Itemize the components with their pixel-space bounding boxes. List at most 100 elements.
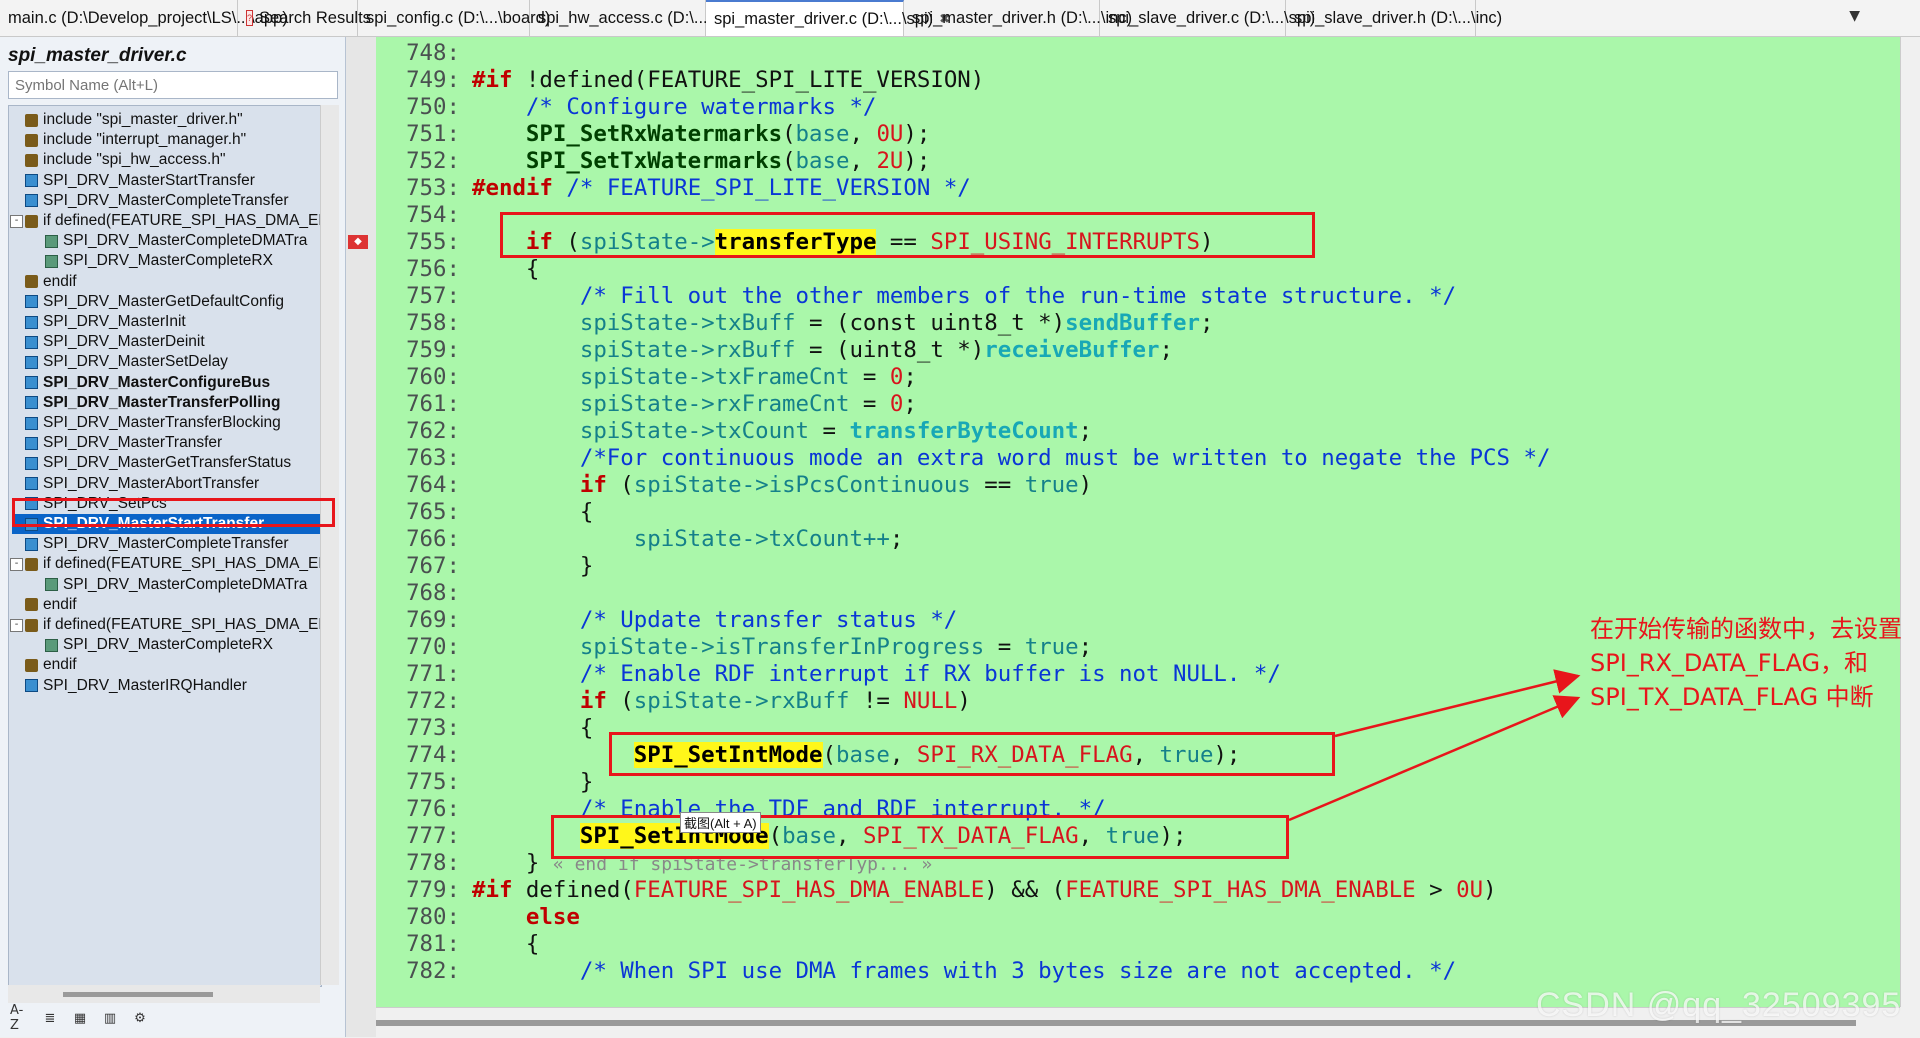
tree-item-label: SPI_DRV_MasterDeinit bbox=[43, 333, 205, 351]
code-token: FEATURE_SPI_HAS_DMA_ENABLE bbox=[1065, 877, 1416, 903]
tab-label: spi_slave_driver.h (D:\...\inc) bbox=[1294, 8, 1503, 27]
tree-item[interactable]: SPI_DRV_MasterCompleteRX bbox=[45, 635, 273, 655]
code-text: SPI_SetRxWatermarks(base, 0U); bbox=[472, 121, 930, 148]
tree-item[interactable]: SPI_DRV_MasterCompleteTransfer bbox=[25, 191, 289, 211]
line-number: 749: bbox=[406, 67, 460, 93]
function-icon bbox=[25, 335, 38, 349]
tree-item[interactable]: SPI_DRV_MasterAbortTransfer bbox=[25, 474, 259, 494]
line-number: 761: bbox=[406, 391, 460, 417]
tree-item[interactable]: SPI_DRV_MasterStartTransfer bbox=[25, 171, 255, 191]
tree-item-label: SPI_DRV_MasterTransferPolling bbox=[43, 393, 281, 411]
tree-item[interactable]: endif bbox=[25, 272, 77, 292]
code-text: } bbox=[472, 553, 594, 580]
tab-3[interactable]: spi_hw_access.c (D:\...\spi) bbox=[530, 0, 739, 36]
code-token: base bbox=[795, 121, 850, 147]
tree-item[interactable]: endif bbox=[25, 595, 77, 615]
function-icon bbox=[45, 578, 58, 592]
tab-6[interactable]: spi_slave_driver.c (D:\...\spi) bbox=[1100, 0, 1315, 36]
book-icon[interactable]: ▥ bbox=[100, 1008, 120, 1028]
tab-label: Search Results bbox=[259, 8, 371, 27]
code-token: sendBuffer bbox=[1065, 310, 1200, 336]
settings-icon[interactable]: ⚙ bbox=[130, 1008, 150, 1028]
code-text: spiState->txFrameCnt = 0; bbox=[472, 364, 917, 391]
tab-bar: main.c (D:\Develop_project\LS\...\app)? S… bbox=[0, 0, 1920, 37]
code-token: if bbox=[579, 688, 607, 714]
code-text: /* Fill out the other members of the run… bbox=[472, 283, 1456, 310]
tree-item-label: endif bbox=[43, 656, 77, 674]
tree-item-label: SPI_DRV_MasterSetDelay bbox=[43, 353, 228, 371]
code-token: ) bbox=[1078, 472, 1093, 498]
tree-item[interactable]: SPI_DRV_MasterGetDefaultConfig bbox=[25, 292, 284, 312]
code-token: FEATURE_SPI_HAS_DMA_ENABLE bbox=[633, 877, 985, 903]
code-text: SPI_SetTxWatermarks(base, 2U); bbox=[472, 148, 930, 175]
tree-item[interactable]: SPI_DRV_MasterGetTransferStatus bbox=[25, 453, 291, 473]
symbol-search-input[interactable] bbox=[8, 71, 338, 99]
tab-5[interactable]: spi_master_driver.h (D:\...\inc) bbox=[904, 0, 1132, 36]
symbol-tree-scrollbar[interactable] bbox=[320, 105, 339, 985]
tree-item[interactable]: include "interrupt_manager.h" bbox=[25, 130, 246, 150]
code-text: } bbox=[472, 769, 594, 796]
tree-item[interactable]: if defined(FEATURE_SPI_HAS_DMA_EN bbox=[25, 554, 321, 574]
function-icon bbox=[25, 315, 38, 329]
symbol-tree: include "spi_master_driver.h"include "in… bbox=[8, 105, 322, 987]
editor-vscrollbar[interactable] bbox=[1900, 37, 1920, 1007]
tab-4[interactable]: spi_master_driver.c (D:\...\spi) ✖ bbox=[706, 0, 950, 36]
tree-item[interactable]: endif bbox=[25, 655, 77, 675]
tree-item[interactable]: include "spi_master_driver.h" bbox=[25, 110, 243, 130]
tree-expander-icon[interactable]: - bbox=[10, 558, 23, 572]
line-number: 750: bbox=[406, 94, 460, 120]
code-token: if bbox=[579, 472, 607, 498]
tree-item[interactable]: SPI_DRV_MasterTransferPolling bbox=[25, 393, 280, 413]
tree-item[interactable]: SPI_DRV_MasterTransferBlocking bbox=[25, 413, 281, 433]
code-token: = bbox=[984, 634, 1025, 660]
tree-item[interactable]: SPI_DRV_MasterCompleteDMATra bbox=[45, 231, 307, 251]
code-token: base bbox=[795, 148, 850, 174]
list-icon[interactable]: ≣ bbox=[40, 1008, 60, 1028]
code-token: } bbox=[472, 769, 594, 795]
tree-item-label: SPI_DRV_MasterGetTransferStatus bbox=[43, 454, 292, 472]
line-number: 771: bbox=[406, 661, 460, 687]
tree-item[interactable]: if defined(FEATURE_SPI_HAS_DMA_EN bbox=[25, 211, 321, 231]
code-token: > bbox=[1415, 877, 1457, 903]
code-editor[interactable]: 748: 749: #if !defined(FEATURE_SPI_LITE_VE… bbox=[376, 37, 1900, 1007]
code-token: receiveBuffer bbox=[984, 337, 1160, 363]
tree-item-label: SPI_DRV_MasterConfigureBus bbox=[43, 373, 271, 391]
tree-expander-icon[interactable]: - bbox=[10, 619, 23, 632]
code-token: 0 bbox=[889, 391, 904, 417]
tree-item[interactable]: SPI_DRV_MasterCompleteTransfer bbox=[25, 534, 289, 554]
tab-7[interactable]: spi_slave_driver.h (D:\...\inc) bbox=[1286, 0, 1502, 36]
tree-item[interactable]: SPI_DRV_MasterConfigureBus bbox=[25, 373, 270, 393]
tab-2[interactable]: spi_config.c (D:\...\board) bbox=[358, 0, 550, 36]
tree-expander-icon[interactable]: - bbox=[10, 215, 23, 228]
bookmark-icon[interactable]: ◆ bbox=[348, 235, 368, 249]
code-text: #if !defined(FEATURE_SPI_LITE_VERSION) bbox=[472, 67, 984, 94]
tree-item[interactable]: include "spi_hw_access.h" bbox=[25, 150, 225, 170]
tree-item[interactable]: SPI_DRV_MasterInit bbox=[25, 312, 186, 332]
tree-item-label: include "spi_master_driver.h" bbox=[43, 111, 243, 128]
tree-item[interactable]: if defined(FEATURE_SPI_HAS_DMA_EN bbox=[25, 615, 321, 635]
tree-item[interactable]: SPI_DRV_MasterIRQHandler bbox=[25, 676, 247, 696]
symbol-tree-hscrollbar[interactable] bbox=[8, 985, 320, 1003]
code-text: spiState->rxFrameCnt = 0; bbox=[472, 391, 917, 418]
tree-item[interactable]: SPI_DRV_MasterCompleteRX bbox=[45, 251, 273, 271]
function-icon bbox=[25, 174, 38, 188]
code-text: /* When SPI use DMA frames with 3 bytes … bbox=[472, 958, 1456, 985]
tab-1[interactable]: ? Search Results bbox=[238, 0, 371, 36]
sort-alpha-icon[interactable]: A-Z bbox=[10, 1003, 30, 1033]
code-token: ( bbox=[606, 688, 634, 714]
tab-list-dropdown-icon[interactable]: ▼ bbox=[1849, 8, 1860, 24]
line-number: 767: bbox=[406, 553, 460, 579]
tree-item[interactable]: SPI_DRV_MasterTransfer bbox=[25, 433, 222, 453]
include-icon bbox=[25, 153, 38, 167]
tab-0[interactable]: main.c (D:\Develop_project\LS\...\app) bbox=[0, 0, 288, 36]
code-token: ) && ( bbox=[984, 877, 1066, 903]
tree-item[interactable]: SPI_DRV_MasterSetDelay bbox=[25, 352, 228, 372]
tree-item[interactable]: SPI_DRV_MasterDeinit bbox=[25, 332, 205, 352]
category-icon[interactable]: ▦ bbox=[70, 1008, 90, 1028]
code-token: 0 bbox=[889, 364, 904, 390]
tree-item[interactable]: SPI_DRV_MasterCompleteDMATra bbox=[45, 575, 307, 595]
